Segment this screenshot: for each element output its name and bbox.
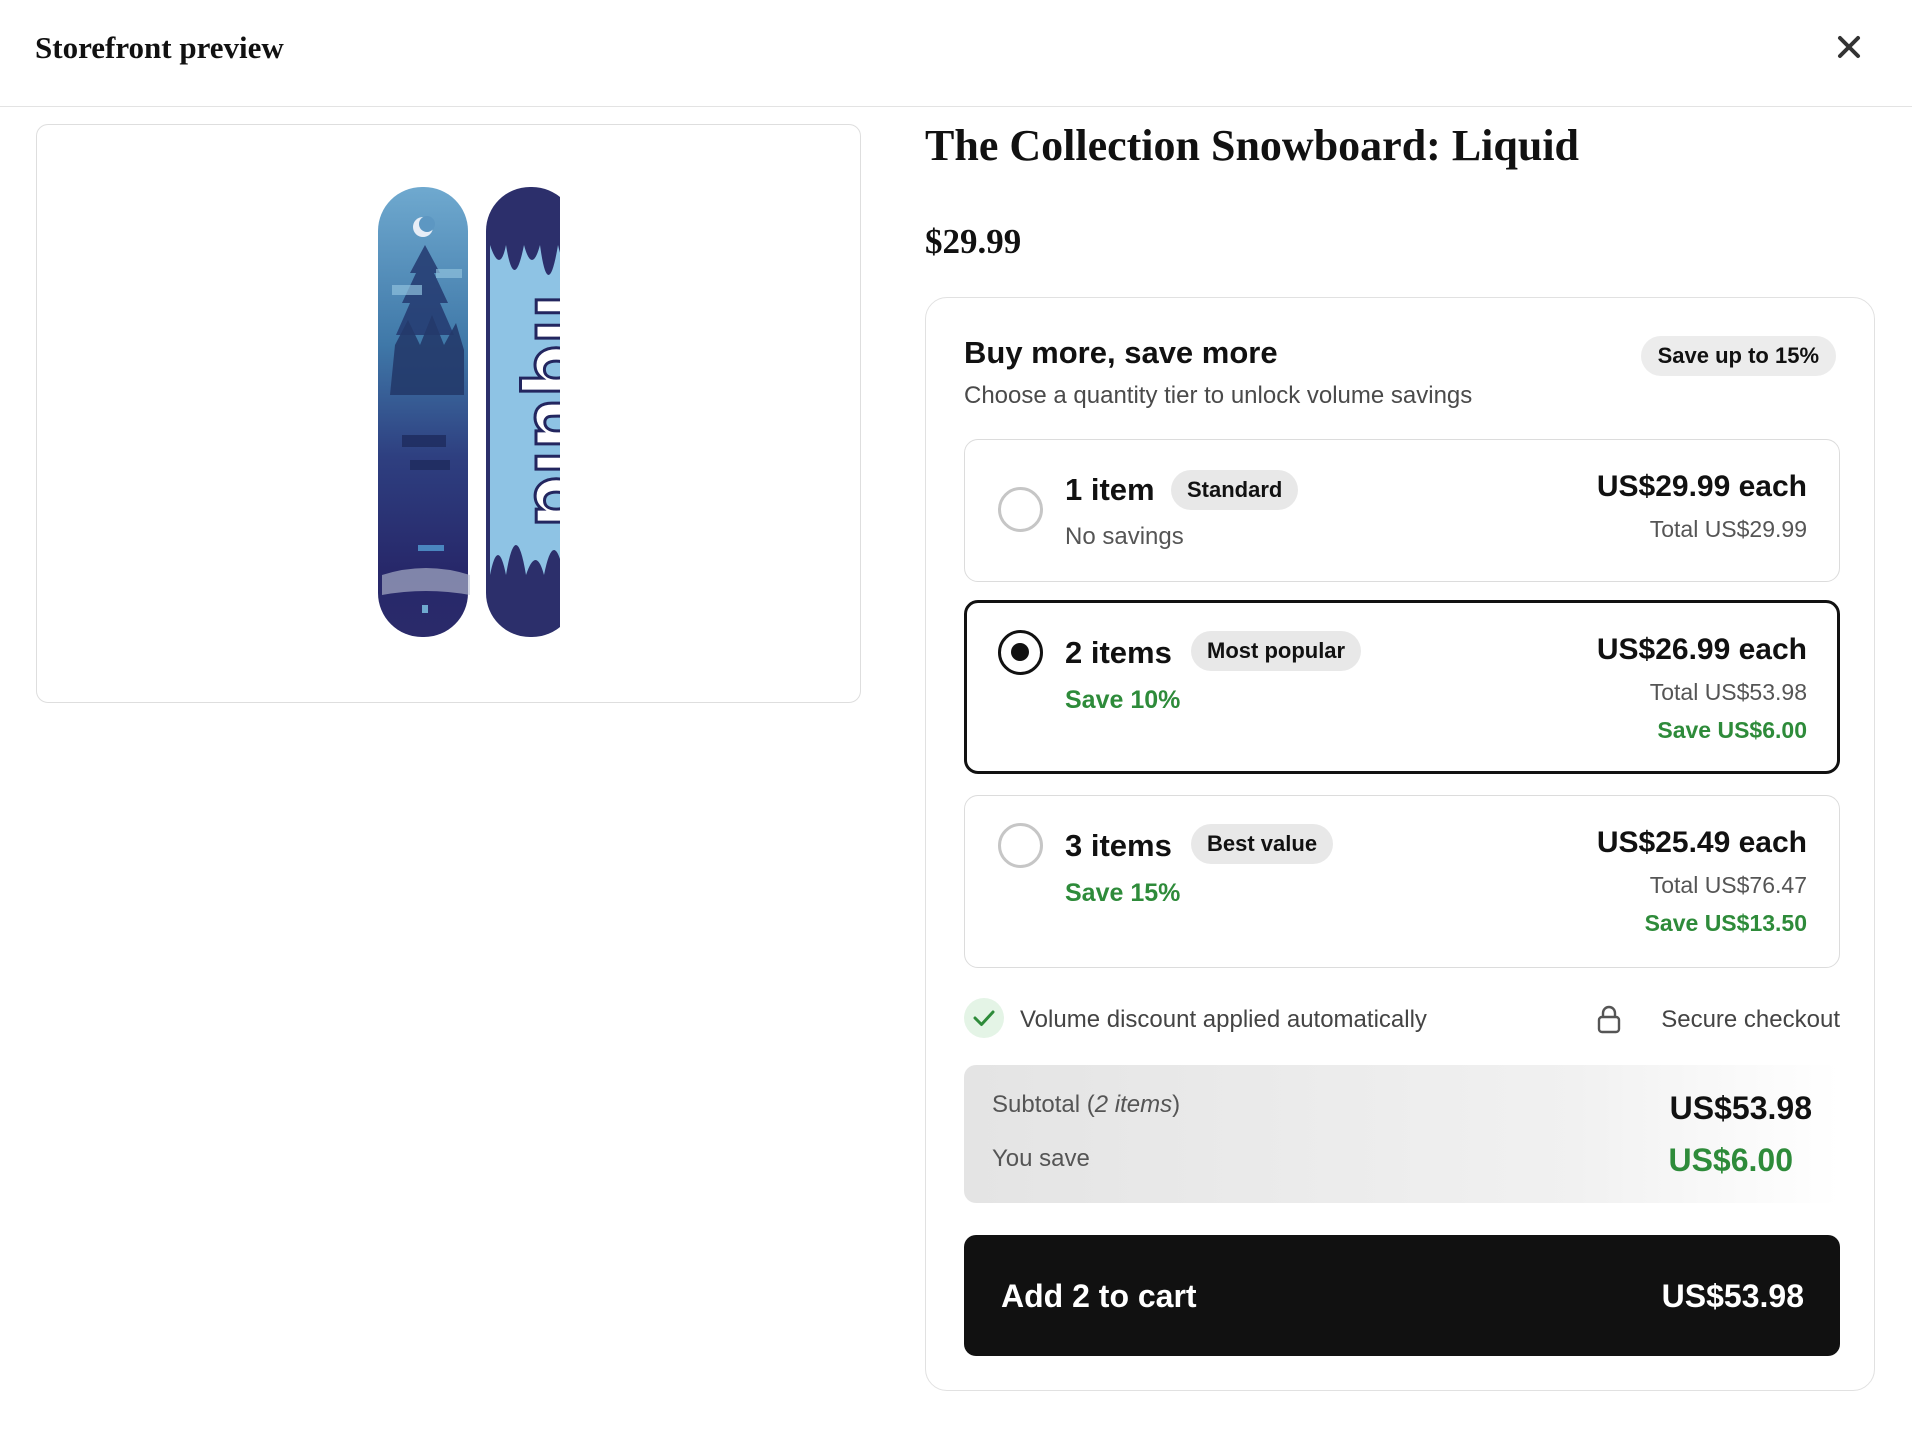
subtotal-label: Subtotal (2 items) bbox=[992, 1091, 1181, 1118]
close-button[interactable] bbox=[1832, 30, 1866, 64]
tier-option-3[interactable]: 3 items Best value Save 15% US$25.49 eac… bbox=[964, 795, 1840, 968]
product-image: liquid bbox=[378, 187, 560, 637]
volume-discount-widget: Buy more, save more Choose a quantity ti… bbox=[925, 297, 1875, 1391]
product-title: The Collection Snowboard: Liquid bbox=[925, 121, 1580, 170]
tier-tag: Standard bbox=[1171, 470, 1299, 510]
dialog-header: Storefront preview bbox=[0, 0, 1912, 107]
product-image-card: liquid bbox=[36, 124, 861, 703]
product-price: $29.99 bbox=[925, 222, 1022, 261]
tier-savings: Save US$6.00 bbox=[1657, 717, 1807, 743]
subtotal-item-count: 2 items bbox=[1094, 1091, 1173, 1118]
tier-radio[interactable] bbox=[998, 630, 1043, 675]
close-icon bbox=[1838, 36, 1860, 58]
secure-checkout-text: Secure checkout bbox=[1661, 1006, 1840, 1033]
savings-value: US$6.00 bbox=[1668, 1142, 1793, 1178]
tier-savings: Save US$13.50 bbox=[1644, 910, 1807, 936]
tier-quantity: 1 item bbox=[1065, 472, 1155, 507]
tier-option-2[interactable]: 2 items Most popular Save 10% US$26.99 e… bbox=[964, 600, 1840, 774]
tier-radio[interactable] bbox=[998, 487, 1043, 532]
savings-label: You save bbox=[992, 1145, 1090, 1172]
checkout-assurance-row: Volume discount applied automatically Se… bbox=[964, 998, 1840, 1040]
lock-icon bbox=[1597, 1005, 1621, 1034]
tier-total: Total US$53.98 bbox=[1649, 679, 1807, 705]
subtotal-value: US$53.98 bbox=[1669, 1090, 1812, 1126]
tier-quantity: 2 items bbox=[1065, 635, 1172, 670]
dialog-title: Storefront preview bbox=[35, 30, 284, 65]
tier-each-price: US$26.99 each bbox=[1596, 633, 1807, 666]
svg-text:liquid: liquid bbox=[518, 294, 560, 529]
bundle-subheading: Choose a quantity tier to unlock volume … bbox=[964, 382, 1473, 409]
tier-note: Save 15% bbox=[1065, 879, 1181, 907]
save-up-to-badge: Save up to 15% bbox=[1640, 336, 1836, 376]
tier-quantity: 3 items bbox=[1065, 828, 1172, 863]
add-to-cart-label: Add 2 to cart bbox=[1001, 1278, 1197, 1314]
auto-discount-text: Volume discount applied automatically bbox=[1020, 1006, 1427, 1033]
tier-note: Save 10% bbox=[1065, 686, 1181, 714]
check-icon bbox=[964, 998, 1004, 1038]
bundle-heading: Buy more, save more bbox=[964, 335, 1278, 370]
tier-each-price: US$29.99 each bbox=[1596, 470, 1807, 503]
add-to-cart-total: US$53.98 bbox=[1661, 1278, 1804, 1314]
tier-option-1[interactable]: 1 item Standard No savings US$29.99 each… bbox=[964, 439, 1840, 582]
tier-each-price: US$25.49 each bbox=[1596, 826, 1807, 859]
add-to-cart-button[interactable]: Add 2 to cart US$53.98 bbox=[964, 1235, 1840, 1356]
tier-tag: Most popular bbox=[1191, 631, 1362, 671]
order-summary: Subtotal (2 items) US$53.98 You save US$… bbox=[964, 1065, 1840, 1203]
tier-radio[interactable] bbox=[998, 823, 1043, 868]
tier-tag: Best value bbox=[1191, 824, 1334, 864]
subtotal-label-text: Subtotal bbox=[992, 1091, 1081, 1118]
tier-total: Total US$76.47 bbox=[1649, 872, 1807, 898]
tier-total: Total US$29.99 bbox=[1649, 516, 1807, 542]
tier-note: No savings bbox=[1065, 523, 1184, 550]
